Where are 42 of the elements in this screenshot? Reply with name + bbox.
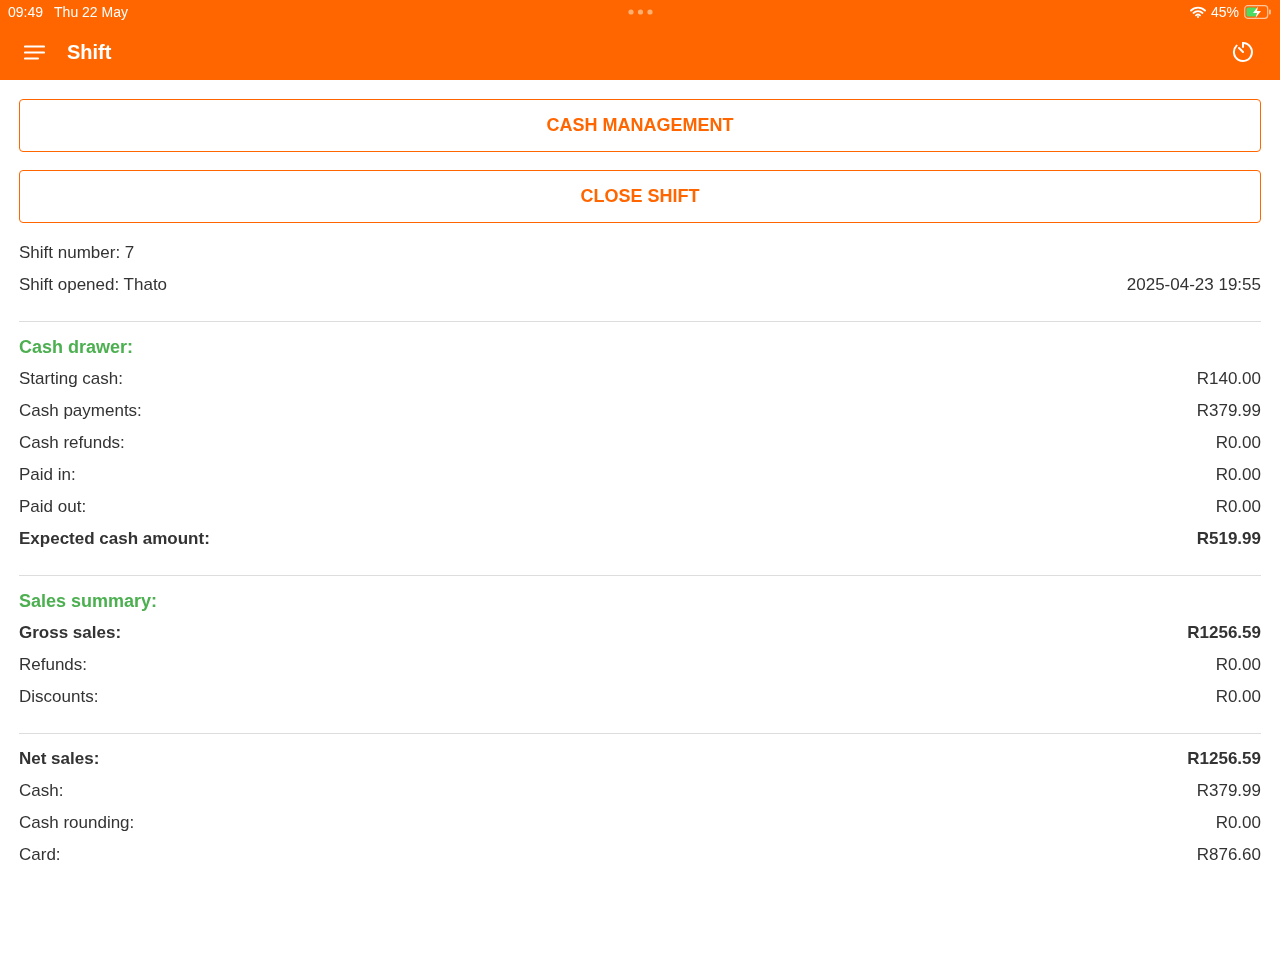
wifi-icon	[1189, 6, 1206, 18]
row-value: 2025-04-23 19:55	[1126, 275, 1261, 295]
row-label: Card:	[19, 845, 61, 865]
row-value: R379.99	[1196, 401, 1261, 421]
row-label: Net sales:	[19, 749, 100, 769]
row-label: Refunds:	[19, 655, 88, 675]
row-value: R1256.59	[1187, 623, 1261, 643]
screen-title: Shift	[67, 40, 112, 64]
row-label: Paid in:	[19, 465, 76, 485]
row-label: Discounts:	[19, 687, 99, 707]
row-value: R0.00	[1215, 655, 1261, 675]
outline-button[interactable]: CLOSE SHIFT	[19, 170, 1261, 223]
row-value: R379.99	[1196, 781, 1261, 801]
row-label: Expected cash amount:	[19, 529, 210, 549]
status-date: Thu 22 May	[54, 4, 128, 20]
row-value: R876.60	[1196, 845, 1261, 865]
status-time: 09:49	[8, 4, 44, 20]
more-dots-icon[interactable]	[628, 9, 653, 15]
battery-charging-icon	[1244, 5, 1272, 19]
row-value: R0.00	[1215, 813, 1261, 833]
battery-percentage: 45%	[1210, 4, 1239, 20]
row-label: Cash refunds:	[19, 433, 125, 453]
row-label: Paid out:	[19, 497, 87, 517]
row-label: Shift number: 7	[19, 243, 135, 263]
row-label: Gross sales:	[19, 623, 122, 643]
row-label: Shift opened: Thato	[19, 275, 168, 295]
row-label: Cash payments:	[19, 401, 142, 421]
row-value: R140.00	[1196, 369, 1261, 389]
row-value: R1256.59	[1187, 749, 1261, 769]
row-label: Cash rounding:	[19, 813, 135, 833]
section-heading: Cash drawer:	[19, 336, 135, 359]
timer-icon[interactable]	[1232, 41, 1254, 63]
row-value: R0.00	[1215, 465, 1261, 485]
section-heading: Sales summary:	[19, 590, 159, 613]
row-value: R0.00	[1215, 497, 1261, 517]
row-value: R0.00	[1215, 687, 1261, 707]
row-label: Starting cash:	[19, 369, 123, 389]
row-value: R519.99	[1196, 529, 1261, 549]
row-label: Cash:	[19, 781, 64, 801]
row-value: R0.00	[1215, 433, 1261, 453]
menu-icon[interactable]	[24, 44, 45, 60]
outline-button[interactable]: CASH MANAGEMENT	[19, 99, 1261, 152]
